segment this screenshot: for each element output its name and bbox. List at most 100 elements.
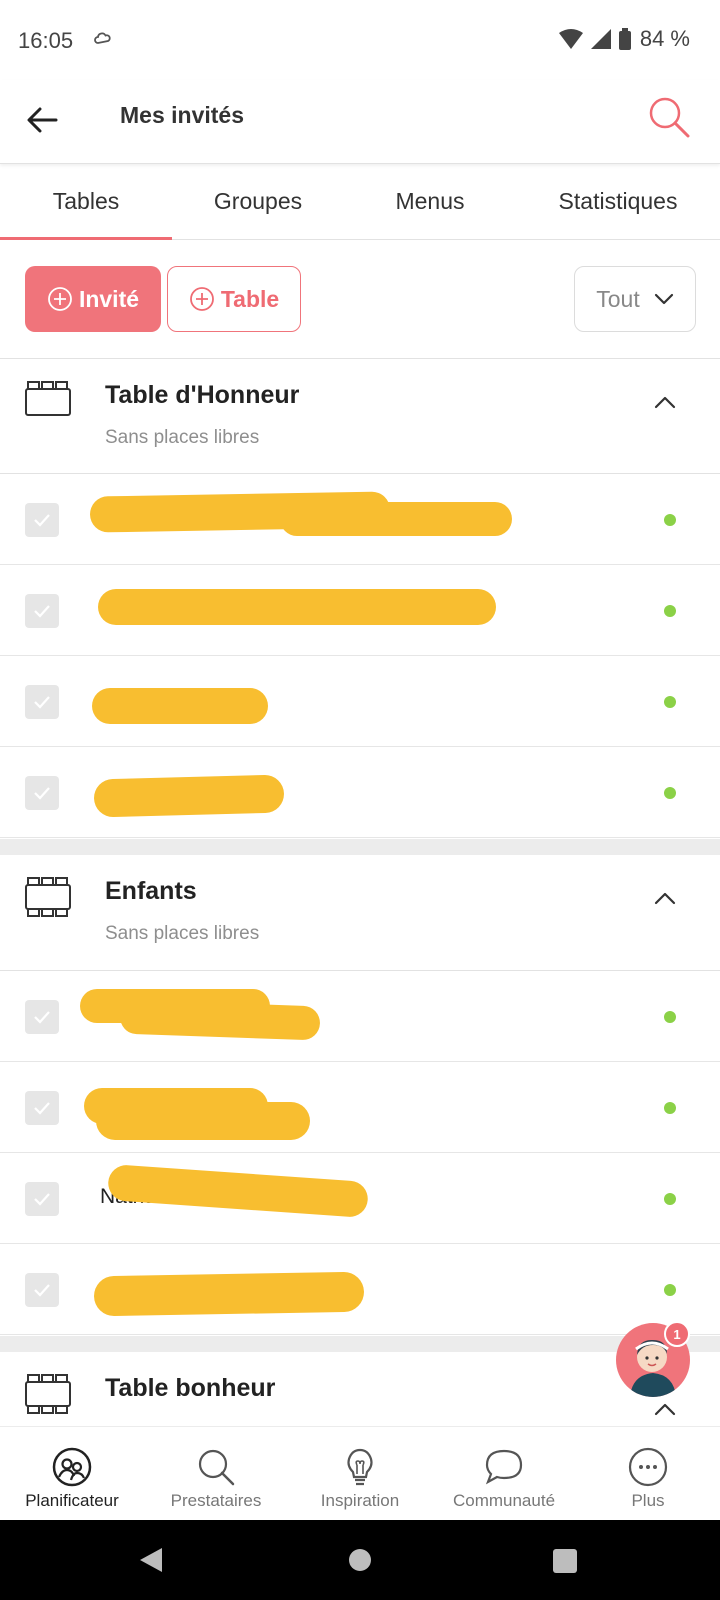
guest-checkbox[interactable] — [25, 1273, 59, 1307]
section-subtitle: Sans places libres — [105, 923, 260, 944]
redaction-mark — [107, 1163, 369, 1219]
chevron-up-icon[interactable] — [652, 885, 678, 911]
guest-checkbox[interactable] — [25, 685, 59, 719]
nav-label: Planificateur — [25, 1491, 119, 1510]
guest-checkbox[interactable] — [25, 776, 59, 810]
add-guest-button[interactable]: Invité — [25, 266, 161, 332]
nav-label: Communauté — [452, 1491, 556, 1510]
cloud-icon — [94, 32, 111, 44]
section-title: Enfants — [105, 877, 197, 905]
chevron-up-icon[interactable] — [652, 1396, 678, 1422]
guest-row[interactable] — [0, 474, 720, 565]
add-table-label: Table — [220, 285, 280, 312]
status-dot — [664, 1102, 676, 1114]
battery-icon — [618, 28, 631, 50]
check-icon — [34, 696, 50, 709]
section-title: Table d'Honneur — [105, 381, 300, 409]
status-dot — [664, 1284, 676, 1296]
notification-badge: 1 — [664, 1321, 690, 1347]
search-icon[interactable] — [646, 94, 692, 140]
redaction-mark — [98, 589, 496, 625]
check-icon — [34, 1102, 50, 1115]
signal-icon — [590, 29, 611, 49]
planner-icon — [52, 1447, 92, 1487]
guest-row[interactable] — [0, 1244, 720, 1335]
tab-tables[interactable]: Tables — [0, 164, 172, 240]
nav-label: Inspiration — [320, 1491, 400, 1510]
tab-bar: Tables Groupes Menus Statistiques — [0, 164, 720, 240]
system-home-icon[interactable] — [349, 1549, 371, 1571]
plus-circle-icon — [189, 287, 214, 311]
guest-row[interactable]: Lo A — [0, 565, 720, 656]
system-back-icon[interactable] — [140, 1548, 162, 1572]
table-section-header[interactable]: Enfants Sans places libres — [0, 855, 720, 971]
table-icon — [25, 877, 71, 917]
status-dot — [664, 787, 676, 799]
guest-checkbox[interactable] — [25, 1000, 59, 1034]
nav-planificateur[interactable]: Planificateur — [0, 1427, 144, 1520]
redaction-mark — [93, 1271, 365, 1317]
redaction-mark — [92, 688, 268, 724]
guest-checkbox[interactable] — [25, 1182, 59, 1216]
page-title: Mes invités — [120, 102, 244, 128]
add-table-button[interactable]: Table — [167, 266, 301, 332]
action-row: Invité Table Tout — [0, 266, 720, 332]
filter-dropdown[interactable]: Tout — [574, 266, 696, 332]
guest-checkbox[interactable] — [25, 1091, 59, 1125]
nav-inspiration[interactable]: Inspiration — [288, 1427, 432, 1520]
table-section-header[interactable]: Table d'Honneur Sans places libres — [0, 358, 720, 474]
tab-statistiques[interactable]: Statistiques — [516, 164, 720, 239]
guest-checkbox[interactable] — [25, 503, 59, 537]
guest-checkbox[interactable] — [25, 594, 59, 628]
battery-level: 84 % — [639, 26, 690, 51]
check-icon — [34, 1284, 50, 1297]
more-icon — [628, 1447, 668, 1487]
guest-row[interactable] — [0, 747, 720, 838]
app-bar: Mes invités — [0, 80, 720, 164]
table-section-header[interactable]: Table bonheur — [0, 1352, 720, 1426]
redaction-mark — [280, 502, 512, 536]
guest-row[interactable] — [0, 656, 720, 747]
tab-menus[interactable]: Menus — [344, 164, 516, 239]
tab-groupes[interactable]: Groupes — [172, 164, 344, 239]
check-icon — [34, 605, 50, 618]
nav-label: Prestataires — [170, 1491, 262, 1510]
redaction-mark — [96, 1102, 310, 1140]
lightbulb-icon — [347, 1448, 373, 1486]
status-time: 16:05 — [18, 28, 74, 53]
section-title: Table bonheur — [105, 1374, 276, 1402]
redaction-mark — [119, 999, 321, 1041]
back-arrow-icon[interactable] — [22, 100, 62, 140]
section-divider — [0, 1336, 720, 1352]
chevron-down-icon — [654, 293, 673, 305]
status-dot — [664, 514, 676, 526]
system-recents-icon[interactable] — [553, 1549, 577, 1573]
status-dot — [664, 696, 676, 708]
nav-label: Plus — [631, 1491, 665, 1510]
nav-communaute[interactable]: Communauté — [432, 1427, 576, 1520]
add-guest-label: Invité — [78, 285, 140, 312]
check-icon — [34, 514, 50, 527]
status-indicators: 84 % — [558, 26, 690, 52]
plus-circle-icon — [48, 287, 72, 311]
system-nav-bar — [0, 1520, 720, 1600]
check-icon — [34, 787, 50, 800]
search-icon — [198, 1449, 235, 1486]
status-dot — [664, 1011, 676, 1023]
section-divider — [0, 839, 720, 855]
chat-bubble-icon — [485, 1449, 523, 1485]
guest-row[interactable]: Nathan — [0, 1153, 720, 1244]
chevron-up-icon[interactable] — [652, 389, 678, 415]
status-dot — [664, 1193, 676, 1205]
nav-prestataires[interactable]: Prestataires — [144, 1427, 288, 1520]
status-dot — [664, 605, 676, 617]
bottom-nav: Planificateur Prestataires Inspiration C… — [0, 1426, 720, 1520]
table-icon — [25, 1374, 71, 1414]
check-icon — [34, 1011, 50, 1024]
filter-value: Tout — [596, 285, 640, 312]
nav-plus[interactable]: Plus — [576, 1427, 720, 1520]
guest-row[interactable]: Lo — [0, 971, 720, 1062]
redaction-mark — [93, 774, 285, 818]
section-subtitle: Sans places libres — [105, 427, 260, 448]
guest-row[interactable] — [0, 1062, 720, 1153]
